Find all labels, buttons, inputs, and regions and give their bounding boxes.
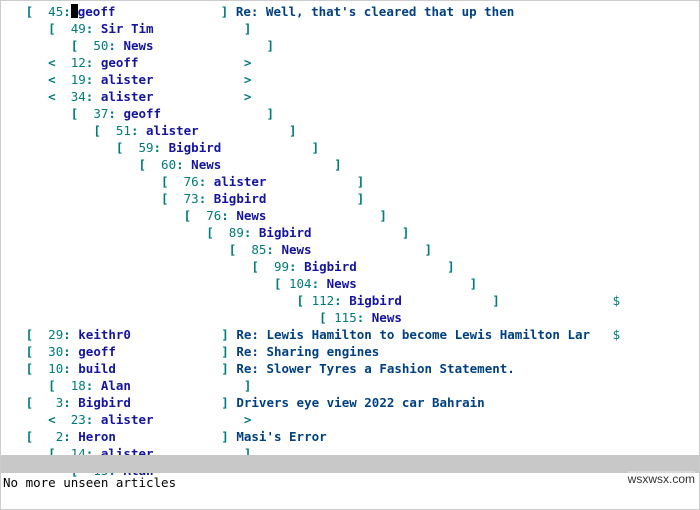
thread-row[interactable]: [ 37: geoff ] [3, 105, 697, 122]
thread-row[interactable]: [ 85: News ] [3, 241, 697, 258]
thread-row[interactable]: [ 89: Bigbird ] [3, 224, 697, 241]
thread-row[interactable]: [ 51: alister ] [3, 122, 697, 139]
thread-row[interactable]: [ 29: keithr0 ] Re: Lewis Hamilton to be… [3, 326, 697, 343]
thread-row[interactable]: [ 10: build ] Re: Slower Tyres a Fashion… [3, 360, 697, 377]
thread-row[interactable]: < 12: geoff > [3, 54, 697, 71]
thread-row[interactable]: [ 45:geoff ] Re: Well, that's cleared th… [3, 3, 697, 20]
thread-row[interactable]: [ 99: Bigbird ] [3, 258, 697, 275]
thread-row[interactable]: [ 73: Bigbird ] [3, 190, 697, 207]
mode-line: U:--@ ✻ ☍ r.a.s.f1 [0] {281 more} Top (1… [1, 455, 699, 473]
summary-buffer[interactable]: [ 45:geoff ] Re: Well, that's cleared th… [3, 3, 697, 479]
thread-row[interactable]: [ 76: News ] [3, 207, 697, 224]
watermark: wsxwsx.com [628, 471, 695, 488]
thread-row[interactable]: [ 18: Alan ] [3, 377, 697, 394]
point-cursor [71, 4, 78, 18]
thread-row[interactable]: [ 59: Bigbird ] [3, 139, 697, 156]
thread-row[interactable]: < 34: alister > [3, 88, 697, 105]
thread-row[interactable]: [ 3: Bigbird ] Drivers eye view 2022 car… [3, 394, 697, 411]
thread-row[interactable]: [ 76: alister ] [3, 173, 697, 190]
thread-row[interactable]: [ 30: geoff ] Re: Sharing engines [3, 343, 697, 360]
thread-row[interactable]: < 23: alister > [3, 411, 697, 428]
thread-row[interactable]: [ 49: Sir Tim ] [3, 20, 697, 37]
thread-row[interactable]: [ 115: News [3, 309, 697, 326]
thread-row[interactable]: [ 112: Bigbird ] $ [3, 292, 697, 309]
thread-row[interactable]: [ 50: News ] [3, 37, 697, 54]
minibuffer-message: No more unseen articles [3, 474, 176, 491]
thread-row[interactable]: < 19: alister > [3, 71, 697, 88]
thread-row[interactable]: [ 60: News ] [3, 156, 697, 173]
thread-row[interactable]: [ 104: News ] [3, 275, 697, 292]
thread-row[interactable]: [ 2: Heron ] Masi's Error [3, 428, 697, 445]
